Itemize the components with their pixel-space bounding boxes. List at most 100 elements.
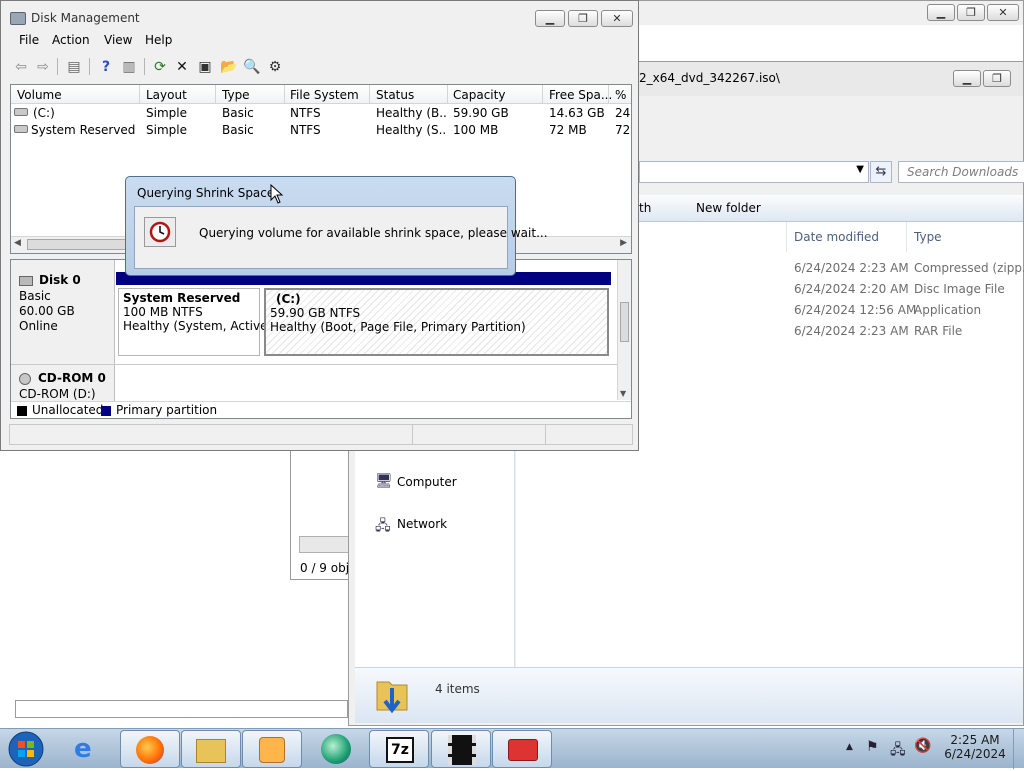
- details-pane: 4 items: [355, 667, 1023, 723]
- item-count: 4 items: [435, 682, 480, 696]
- settings-icon[interactable]: ⚙: [265, 57, 285, 77]
- network-icon[interactable]: 🖧: [890, 739, 906, 763]
- console-tree-icon[interactable]: ▤: [64, 57, 84, 77]
- col-type[interactable]: Type: [222, 88, 250, 102]
- partition-size: 59.90 GB NTFS: [270, 306, 361, 320]
- divider: [906, 222, 907, 252]
- clock[interactable]: 2:25 AM 6/24/2024: [940, 733, 1010, 761]
- disk-management-icon: [10, 12, 26, 25]
- volume-row[interactable]: (C:) Simple Basic NTFS Healthy (B... 59.…: [11, 105, 631, 122]
- partition-size: 100 MB NTFS: [123, 305, 203, 319]
- menu-help[interactable]: Help: [145, 33, 172, 47]
- scroll-thumb[interactable]: [620, 302, 629, 342]
- divider: [786, 222, 787, 252]
- minimize-button[interactable]: ▁: [927, 4, 955, 21]
- horizontal-scrollbar[interactable]: [15, 700, 348, 718]
- volume-row[interactable]: System Reserved Simple Basic NTFS Health…: [11, 122, 631, 139]
- volume-muted-icon[interactable]: 🔇: [914, 738, 931, 754]
- taskbar-film[interactable]: [431, 730, 491, 768]
- computer-icon: 🖥: [375, 473, 393, 489]
- nav-item-computer[interactable]: 🖥 Computer: [375, 472, 515, 492]
- dialog-message: Querying volume for available shrink spa…: [199, 226, 548, 240]
- search-icon[interactable]: 🔍: [242, 57, 262, 77]
- maximize-button[interactable]: ❐: [568, 10, 598, 27]
- divider: [89, 58, 90, 75]
- cdrom-drive: CD-ROM (D:): [19, 387, 96, 401]
- forward-icon[interactable]: ⇨: [33, 57, 53, 77]
- share-with-menu[interactable]: th: [639, 201, 651, 215]
- help-icon[interactable]: ?: [96, 57, 116, 77]
- column-header-date[interactable]: Date modified: [794, 230, 879, 244]
- divider: [369, 85, 370, 104]
- back-icon[interactable]: ⇦: [11, 57, 31, 77]
- vertical-scrollbar[interactable]: ▼: [617, 260, 631, 400]
- col-capacity[interactable]: Capacity: [453, 88, 505, 102]
- dropdown-arrow-icon[interactable]: ▼: [856, 164, 864, 175]
- scroll-down-icon[interactable]: ▼: [620, 389, 626, 398]
- col-filesystem[interactable]: File System: [290, 88, 359, 102]
- partition-status: Healthy (Boot, Page File, Primary Partit…: [270, 320, 526, 334]
- menu-view[interactable]: View: [104, 33, 132, 47]
- cdrom-name: CD-ROM 0: [38, 371, 106, 385]
- action-center-flag-icon[interactable]: ⚑: [866, 739, 879, 755]
- properties-icon[interactable]: ▣: [195, 57, 215, 77]
- folder-icon: [196, 739, 226, 763]
- column-header-type[interactable]: Type: [914, 230, 942, 244]
- delete-icon[interactable]: ✕: [172, 57, 192, 77]
- col-status[interactable]: Status: [376, 88, 414, 102]
- folder-download-icon: [375, 674, 409, 716]
- legend-unallocated: Unallocated: [32, 403, 104, 417]
- querying-shrink-dialog: Querying Shrink Space Querying volume fo…: [125, 176, 548, 276]
- taskbar-media-player[interactable]: [242, 730, 302, 768]
- cdrom0-header[interactable]: CD-ROM 0 CD-ROM (D:): [11, 365, 115, 401]
- legend: Unallocated Primary partition: [11, 401, 631, 418]
- new-folder-button[interactable]: New folder: [696, 201, 761, 215]
- legend-swatch-primary: [101, 406, 111, 416]
- show-hidden-icons-icon[interactable]: ▲: [846, 742, 853, 752]
- scroll-right-icon[interactable]: ▶: [620, 238, 627, 248]
- nav-item-network[interactable]: 🖧 Network: [375, 514, 515, 534]
- taskbar-firefox[interactable]: [120, 730, 180, 768]
- maximize-button[interactable]: ❐: [983, 70, 1011, 87]
- divider: [57, 58, 58, 75]
- start-button[interactable]: [4, 730, 48, 768]
- clock-time: 2:25 AM: [950, 733, 1000, 747]
- horizontal-scrollbar[interactable]: [299, 536, 349, 553]
- divider: [139, 85, 140, 104]
- taskbar-explorer[interactable]: [181, 730, 241, 768]
- taskbar-app-globe[interactable]: [306, 730, 366, 768]
- divider: [545, 425, 546, 444]
- scroll-thumb[interactable]: [27, 239, 127, 250]
- window-title: Disk Management: [31, 11, 140, 25]
- close-button[interactable]: ✕: [601, 10, 633, 27]
- drive-icon: [14, 108, 28, 116]
- partition-system-reserved[interactable]: System Reserved 100 MB NTFS Healthy (Sys…: [118, 288, 271, 356]
- search-input[interactable]: Search Downloads: [898, 161, 1024, 183]
- col-volume[interactable]: Volume: [17, 88, 62, 102]
- divider: [608, 85, 609, 104]
- show-hide-icon[interactable]: ▥: [119, 57, 139, 77]
- menu-file[interactable]: File: [19, 33, 39, 47]
- address-bar[interactable]: ▼: [639, 161, 869, 183]
- refresh-icon[interactable]: ⟳: [150, 57, 170, 77]
- status-bar: [9, 424, 633, 445]
- partition-c-drive[interactable]: (C:) 59.90 GB NTFS Healthy (Boot, Page F…: [264, 288, 609, 356]
- disk-state: Online: [19, 319, 58, 333]
- taskbar-ie[interactable]: e: [58, 730, 118, 768]
- col-percent-free[interactable]: % F: [615, 88, 631, 102]
- col-layout[interactable]: Layout: [146, 88, 187, 102]
- divider: [144, 58, 145, 75]
- refresh-icon[interactable]: ⇆: [870, 161, 892, 183]
- open-icon[interactable]: 📂: [219, 57, 239, 77]
- scroll-left-icon[interactable]: ◀: [14, 238, 21, 248]
- taskbar-toolbox[interactable]: [492, 730, 552, 768]
- close-button[interactable]: ✕: [987, 4, 1019, 21]
- disk0-header[interactable]: Disk 0 Basic 60.00 GB Online: [11, 260, 115, 364]
- minimize-button[interactable]: ▁: [535, 10, 565, 27]
- show-desktop-button[interactable]: [1013, 729, 1024, 769]
- maximize-button[interactable]: ❐: [957, 4, 985, 21]
- minimize-button[interactable]: ▁: [953, 70, 981, 87]
- menu-action[interactable]: Action: [52, 33, 90, 47]
- col-free-space[interactable]: Free Spa...: [549, 88, 612, 102]
- taskbar-7zip[interactable]: 7z: [369, 730, 429, 768]
